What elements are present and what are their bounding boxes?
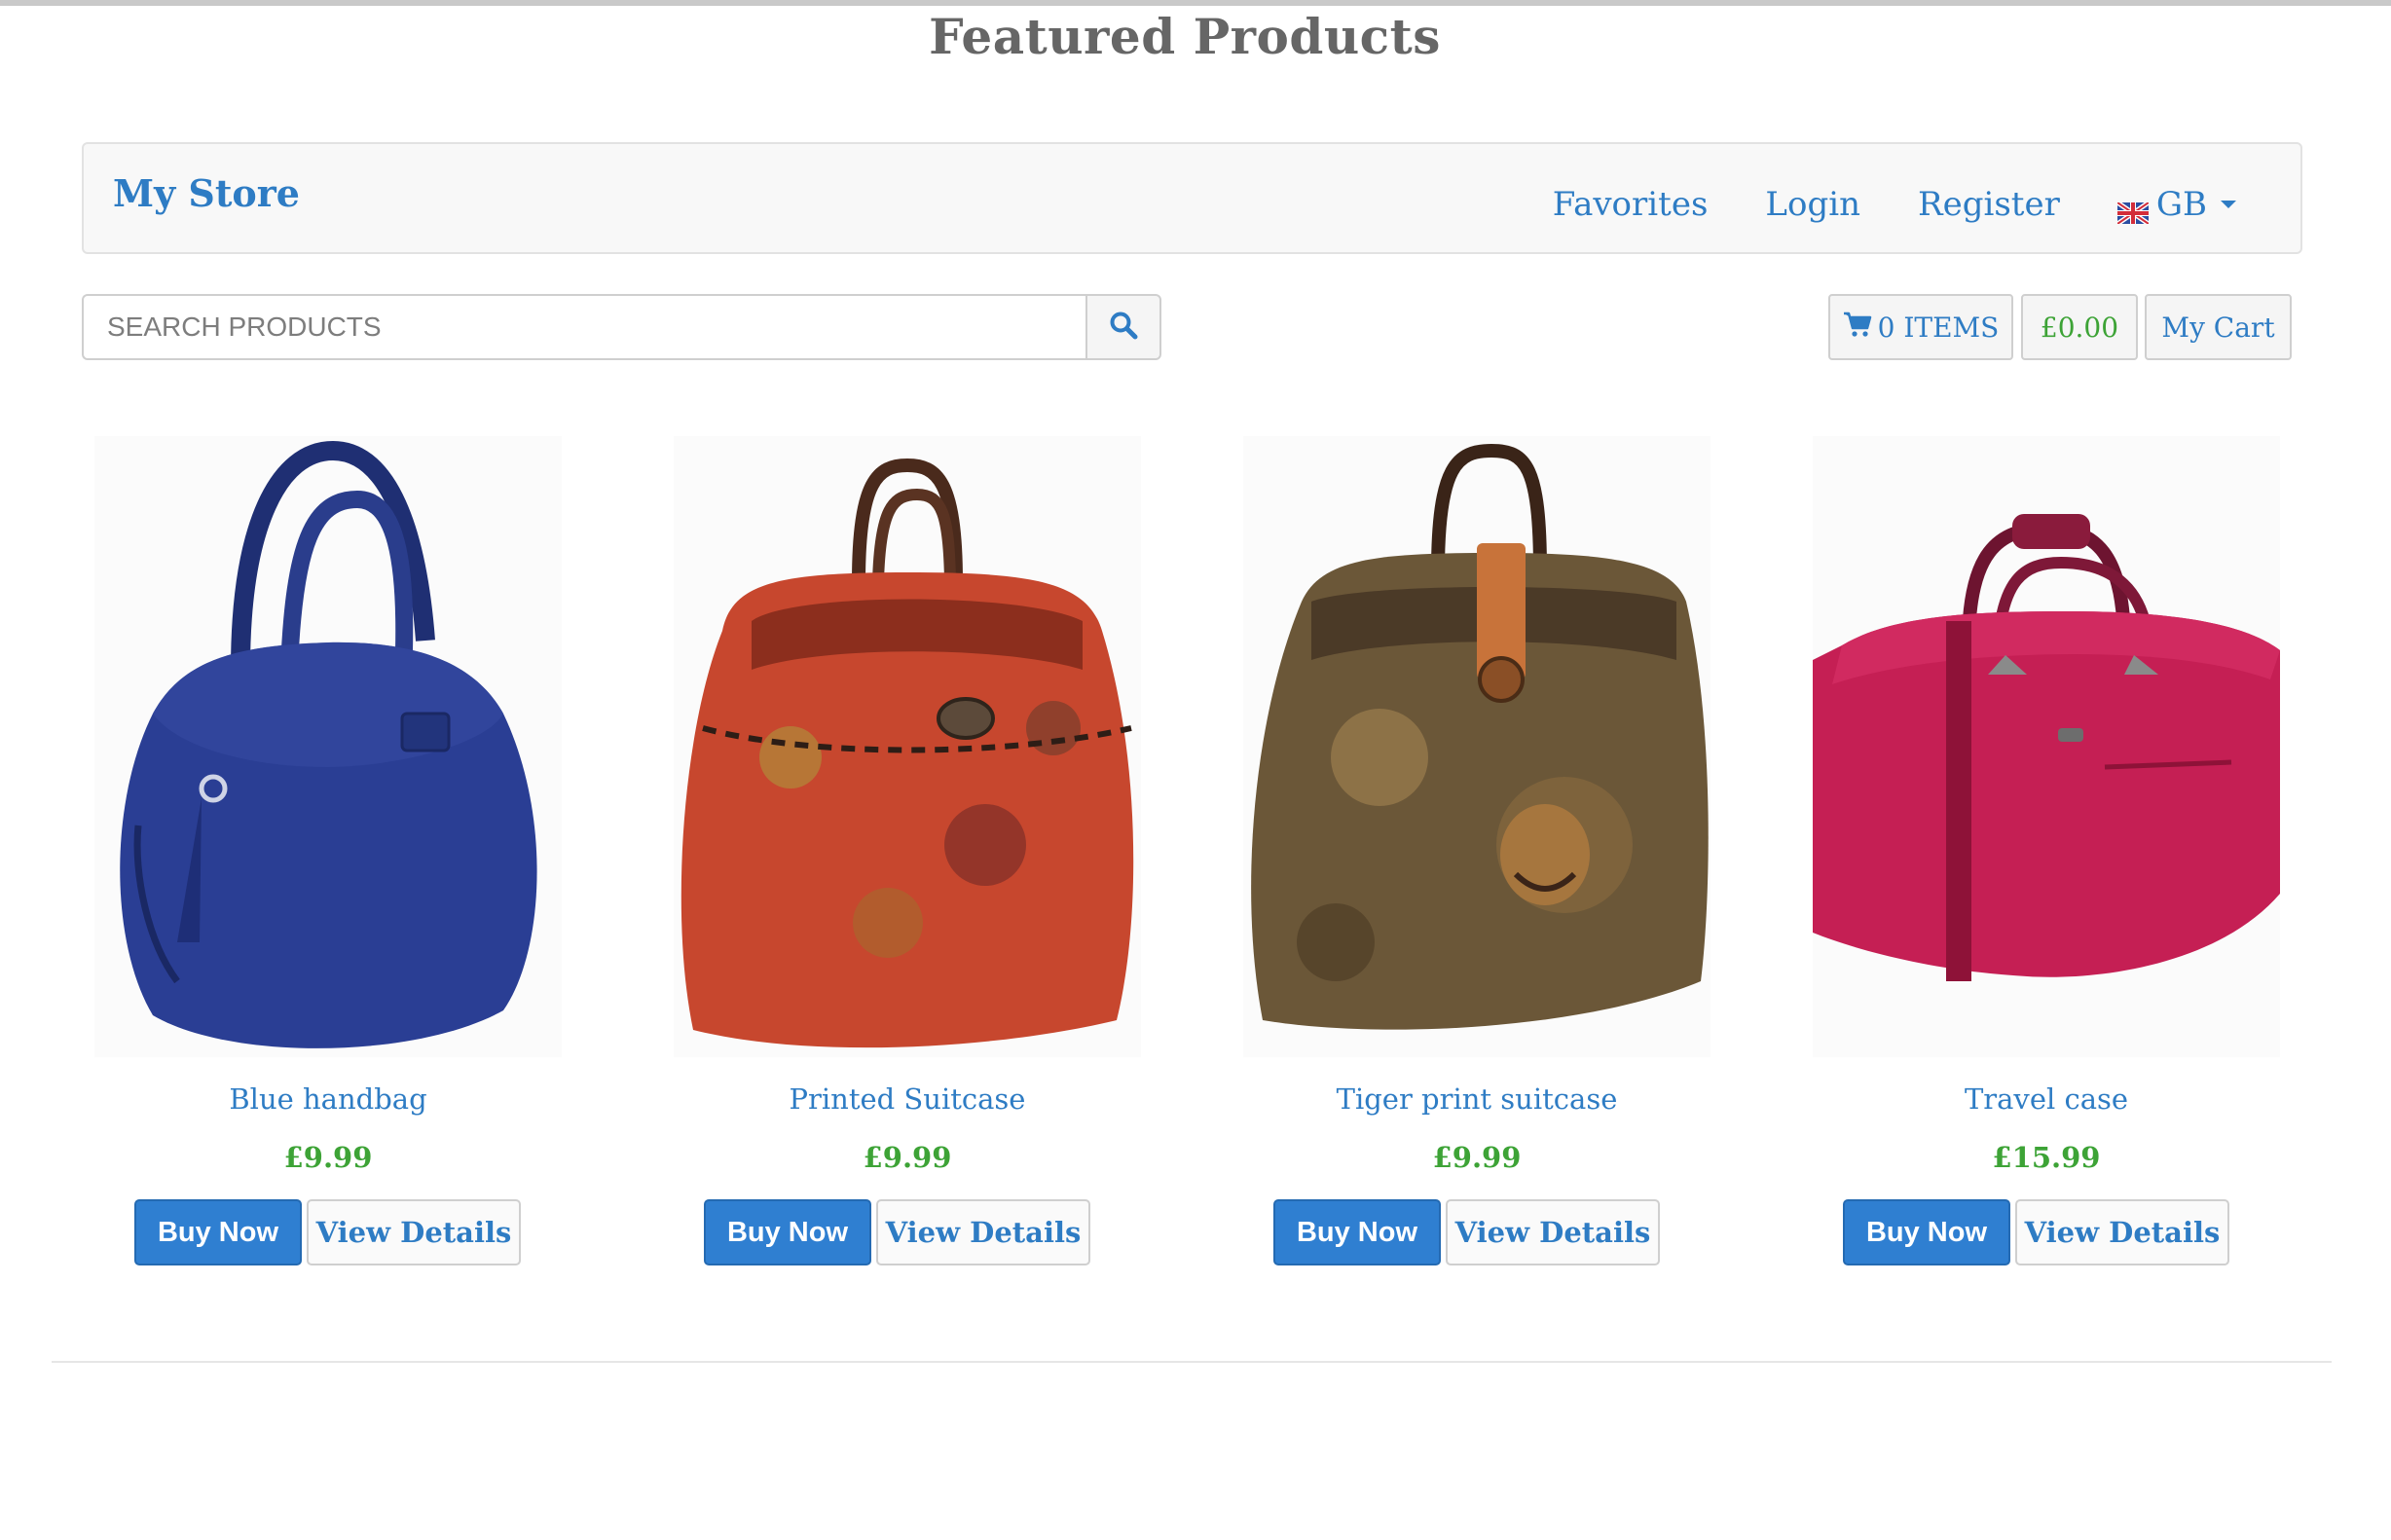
product-actions: Buy Now View Details: [674, 1199, 1160, 1265]
search-icon: [1109, 311, 1138, 344]
nav-links: Favorites Login Register GB: [1495, 185, 2236, 227]
buy-now-button[interactable]: Buy Now: [1273, 1199, 1441, 1265]
product-name[interactable]: Printed Suitcase: [674, 1082, 1141, 1116]
my-cart-button[interactable]: My Cart: [2145, 294, 2292, 360]
view-details-button[interactable]: View Details: [2015, 1199, 2229, 1265]
product-actions: Buy Now View Details: [1243, 1199, 1730, 1265]
product-grid: Blue handbag £9.99 Buy Now View Details …: [0, 436, 2391, 1273]
product-name[interactable]: Tiger print suitcase: [1243, 1082, 1710, 1116]
cart-items-label: 0 ITEMS: [1877, 311, 2000, 344]
buy-now-button[interactable]: Buy Now: [1843, 1199, 2010, 1265]
product-price: £15.99: [1992, 1141, 2101, 1174]
nav-favorites-link[interactable]: Favorites: [1553, 185, 1709, 224]
view-details-button[interactable]: View Details: [876, 1199, 1090, 1265]
gb-flag-icon: [2115, 194, 2151, 227]
navbar: My Store Favorites Login Register GB: [82, 142, 2302, 254]
view-details-button[interactable]: View Details: [307, 1199, 521, 1265]
store-brand-link[interactable]: My Store: [113, 171, 300, 215]
product-image-blue-handbag[interactable]: [94, 436, 562, 1057]
locale-dropdown[interactable]: GB: [2115, 185, 2236, 227]
top-divider: [0, 0, 2391, 6]
product-actions: Buy Now View Details: [1813, 1199, 2299, 1265]
view-details-button[interactable]: View Details: [1446, 1199, 1660, 1265]
buy-now-button[interactable]: Buy Now: [134, 1199, 302, 1265]
product-actions: Buy Now View Details: [94, 1199, 581, 1265]
product-name[interactable]: Blue handbag: [94, 1082, 562, 1116]
search-input[interactable]: [82, 294, 1085, 360]
buy-now-button[interactable]: Buy Now: [704, 1199, 871, 1265]
product-image-printed-suitcase[interactable]: [674, 436, 1141, 1057]
product-price: £9.99: [283, 1141, 373, 1174]
product-price: £9.99: [1432, 1141, 1522, 1174]
caret-down-icon: [2221, 201, 2236, 208]
product-price: £9.99: [863, 1141, 952, 1174]
nav-login-link[interactable]: Login: [1765, 185, 1860, 224]
product-card: Blue handbag £9.99 Buy Now View Details: [94, 436, 581, 1273]
nav-register-link[interactable]: Register: [1918, 185, 2060, 224]
page-title: Featured Products: [929, 8, 1441, 65]
product-card: Tiger print suitcase £9.99 Buy Now View …: [1243, 436, 1730, 1273]
product-name[interactable]: Travel case: [1813, 1082, 2280, 1116]
product-card: Printed Suitcase £9.99 Buy Now View Deta…: [674, 436, 1160, 1273]
cart-total-button[interactable]: £0.00: [2021, 294, 2138, 360]
product-card: Travel case £15.99 Buy Now View Details: [1813, 436, 2299, 1273]
cart-items-button[interactable]: 0 ITEMS: [1828, 294, 2013, 360]
footer-divider: [52, 1361, 2332, 1363]
locale-label: GB: [2155, 185, 2207, 224]
search-button[interactable]: [1085, 294, 1161, 360]
product-image-travel-case[interactable]: [1813, 436, 2280, 1057]
search-bar: [82, 294, 1161, 360]
product-image-tiger-print-suitcase[interactable]: [1243, 436, 1710, 1057]
cart-icon: [1843, 311, 1872, 345]
